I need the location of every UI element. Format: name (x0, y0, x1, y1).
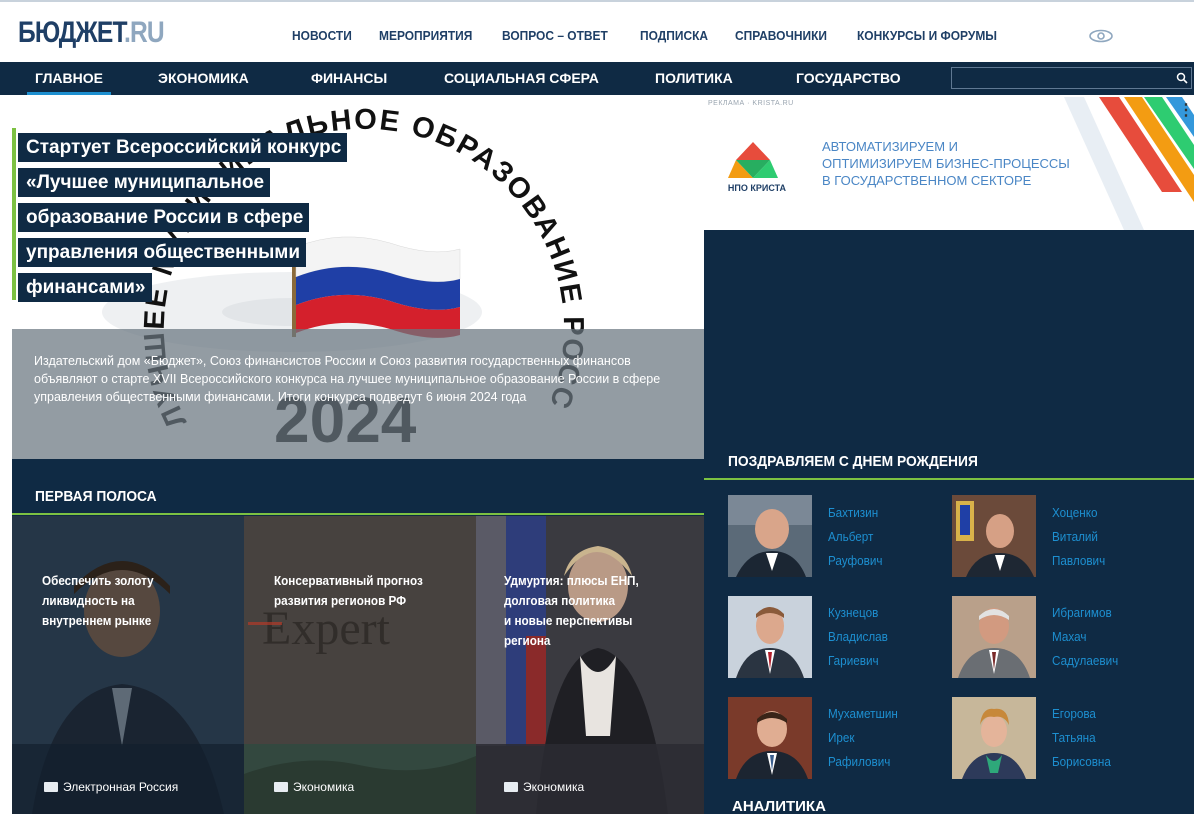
ad-text: АВТОМАТИЗИРУЕМ И ОПТИМИЗИРУЕМ БИЗНЕС-ПРО… (822, 138, 1122, 189)
hero-title-line: управления общественными (18, 238, 307, 267)
person-name-line: Гариевич (828, 653, 879, 668)
top-nav-references[interactable]: СПРАВОЧНИКИ (735, 28, 827, 43)
first-page-divider (12, 513, 704, 515)
hero-title-line: Стартует Всероссийский конкурс (18, 133, 348, 162)
person-name-line: Хоценко (1052, 505, 1098, 520)
top-nav-qa[interactable]: ВОПРОС – ОТВЕТ (502, 28, 608, 43)
person-name-line: Кузнецов (828, 605, 879, 620)
ad-label: РЕКЛАМА · KRISTA.RU (708, 100, 794, 107)
person-name-line: Татьяна (1052, 730, 1096, 745)
news-card-title-line: внутреннем рынке (42, 613, 152, 628)
person-name-line: Мухаметшин (828, 706, 898, 721)
person-name[interactable]: Ибрагимов Махач Садулаевич (1052, 601, 1151, 673)
news-card-title-line: региона (504, 633, 551, 648)
news-card-tag-label: Экономика (293, 780, 355, 794)
news-card-tag-label: Электронная Россия (63, 780, 179, 794)
person-name-line: Бахтизин (828, 505, 879, 520)
person-name[interactable]: Хоценко Виталий Павлович (1052, 501, 1151, 573)
ad-text-line: ОПТИМИЗИРУЕМ БИЗНЕС-ПРОЦЕССЫ (822, 156, 1070, 171)
person-name-line: Ибрагимов (1052, 605, 1112, 620)
search-icon[interactable] (1176, 72, 1188, 84)
news-card-tag-label: Экономика (523, 780, 585, 794)
top-nav: НОВОСТИ МЕРОПРИЯТИЯ ВОПРОС – ОТВЕТ ПОДПИ… (292, 28, 1032, 43)
news-card-title: Консервативный прогноз развития регионов… (274, 571, 445, 611)
person-name-line: Егорова (1052, 706, 1096, 721)
page: БЮДЖЕТ.RU НОВОСТИ МЕРОПРИЯТИЯ ВОПРОС – О… (0, 0, 1194, 814)
hero-title[interactable]: Стартует Всероссийский конкурс «Лучшее м… (18, 130, 378, 305)
site-logo[interactable]: БЮДЖЕТ.RU (18, 16, 165, 50)
person-photo[interactable] (728, 697, 812, 779)
news-card-tag[interactable]: Экономика (504, 780, 584, 794)
news-card[interactable]: Удмуртия: плюсы ЕНП, долговая политика и… (476, 516, 704, 814)
analytics-heading: АНАЛИТИКА (732, 798, 826, 814)
news-card-image (12, 516, 244, 814)
logo-suffix: .RU (123, 16, 165, 49)
top-nav-subscription[interactable]: ПОДПИСКА (640, 28, 708, 43)
news-card-title-line: Удмуртия: плюсы ЕНП, (504, 573, 639, 588)
person-name-line: Рауфович (828, 553, 883, 568)
hero-title-line: финансами» (18, 273, 152, 302)
news-card[interactable]: Expert Консервативный прогноз развития р… (244, 516, 476, 814)
news-card[interactable]: Обеспечить золоту ликвидность на внутрен… (12, 516, 244, 814)
person-name-line: Борисовна (1052, 754, 1111, 769)
news-card-tag[interactable]: Электронная Россия (44, 780, 178, 794)
hero-lead-text: Издательский дом «Бюджет», Союз финансис… (34, 354, 661, 404)
news-card-title-line: долговая политика (504, 593, 616, 608)
ad-text-line: В ГОСУДАРСТВЕННОМ СЕКТОРЕ (822, 173, 1032, 188)
more-vertical-icon[interactable]: ⋮ (1178, 101, 1194, 121)
news-card-title-line: ликвидность на (42, 593, 135, 608)
news-card-title-line: Консервативный прогноз (274, 573, 423, 588)
search-input[interactable] (951, 67, 1192, 89)
hero-title-line: «Лучшее муниципальное (18, 168, 271, 197)
person-name[interactable]: Бахтизин Альберт Рауфович (828, 501, 927, 573)
hero-accent-bar (12, 128, 16, 300)
birthdays-divider (704, 478, 1194, 480)
person-name-line: Садулаевич (1052, 653, 1119, 668)
person-name-line: Виталий (1052, 529, 1098, 544)
person-name-line: Владислав (828, 629, 888, 644)
top-header: БЮДЖЕТ.RU НОВОСТИ МЕРОПРИЯТИЯ ВОПРОС – О… (0, 0, 1194, 58)
news-card-image (476, 516, 704, 814)
main-nav-economy[interactable]: ЭКОНОМИКА (158, 62, 249, 95)
person-name-line: Павлович (1052, 553, 1106, 568)
main-nav-home[interactable]: ГЛАВНОЕ (27, 62, 111, 95)
birthdays-heading: ПОЗДРАВЛЯЕМ С ДНЕМ РОЖДЕНИЯ (728, 453, 978, 470)
news-card-title: Удмуртия: плюсы ЕНП, долговая политика и… (504, 571, 675, 651)
news-card-image: Expert (244, 516, 476, 814)
person-name-line: Альберт (828, 529, 874, 544)
person-photo[interactable] (952, 697, 1036, 779)
person-name[interactable]: Кузнецов Владислав Гариевич (828, 601, 927, 673)
news-card-title-line: Обеспечить золоту (42, 573, 154, 588)
logo-main: БЮДЖЕТ (18, 16, 125, 49)
top-nav-news[interactable]: НОВОСТИ (292, 28, 352, 43)
news-card-title-line: и новые перспективы (504, 613, 633, 628)
news-card-title-line: развития регионов РФ (274, 593, 407, 608)
main-nav-social[interactable]: СОЦИАЛЬНАЯ СФЕРА (444, 62, 599, 95)
eye-icon[interactable] (1088, 29, 1114, 43)
main-nav-state[interactable]: ГОСУДАРСТВО (796, 62, 901, 95)
krista-logo-icon (728, 142, 778, 178)
news-card-title: Обеспечить золоту ликвидность на внутрен… (42, 571, 213, 631)
person-name-line: Ирек (828, 730, 855, 745)
person-photo[interactable] (728, 596, 812, 678)
person-photo[interactable] (952, 596, 1036, 678)
main-nav-politics[interactable]: ПОЛИТИКА (655, 62, 733, 95)
ad-brand: НПО КРИСТА (727, 183, 787, 193)
person-name[interactable]: Егорова Татьяна Борисовна (1052, 702, 1151, 774)
category-icon (44, 782, 58, 792)
main-nav-finance[interactable]: ФИНАНСЫ (311, 62, 387, 95)
first-page-heading: ПЕРВАЯ ПОЛОСА (35, 488, 157, 505)
person-photo[interactable] (728, 495, 812, 577)
person-name-line: Рафилович (828, 754, 891, 769)
person-name[interactable]: Мухаметшин Ирек Рафилович (828, 702, 927, 774)
person-name-line: Махач (1052, 629, 1087, 644)
top-nav-events[interactable]: МЕРОПРИЯТИЯ (379, 28, 472, 43)
top-nav-contests[interactable]: КОНКУРСЫ И ФОРУМЫ (857, 28, 997, 43)
ad-text-line: АВТОМАТИЗИРУЕМ И (822, 139, 959, 154)
hero-title-line: образование России в сфере (18, 203, 310, 232)
category-icon (274, 782, 288, 792)
person-photo[interactable] (952, 495, 1036, 577)
news-card-tag[interactable]: Экономика (274, 780, 354, 794)
category-icon (504, 782, 518, 792)
